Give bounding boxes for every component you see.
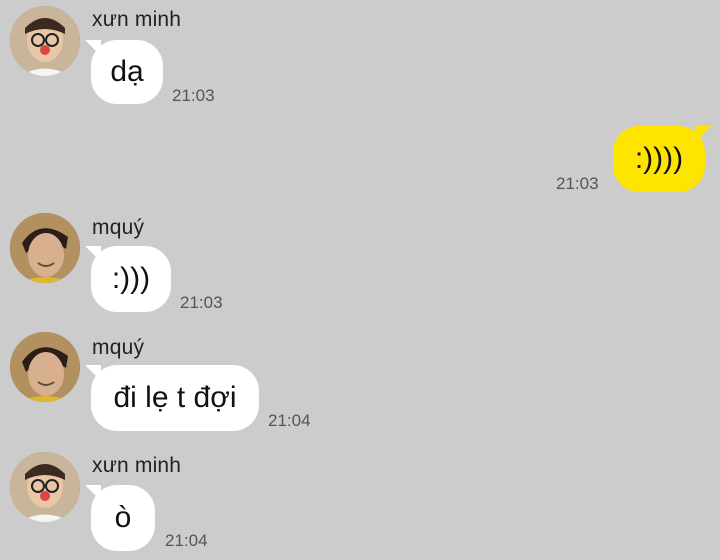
message-bubble[interactable]: dạ xyxy=(85,40,163,104)
message-time: 21:03 xyxy=(172,86,215,105)
sender-name: mquý xyxy=(92,336,145,359)
sender-name: xưn minh xyxy=(92,8,182,31)
message-text: dạ xyxy=(110,55,144,88)
avatar-minh[interactable] xyxy=(10,6,80,76)
sender-name: mquý xyxy=(92,216,145,239)
message-bubble-outgoing[interactable]: :)))) xyxy=(613,126,711,192)
avatar-quy[interactable] xyxy=(10,332,80,402)
avatar-quy-image xyxy=(10,213,80,283)
message-time: 21:03 xyxy=(556,174,599,193)
message-bubble[interactable]: ò xyxy=(85,485,155,551)
message-text: :)))) xyxy=(634,142,684,175)
message-bubble[interactable]: đi lẹ t đợi xyxy=(85,365,259,431)
avatar-minh[interactable] xyxy=(10,452,80,522)
message-text: :))) xyxy=(111,262,151,295)
sender-name: xưn minh xyxy=(92,454,182,477)
message-time: 21:04 xyxy=(268,411,311,430)
avatar-quy[interactable] xyxy=(10,213,80,283)
chat-thread: xưn minh dạ 21:03 21:03 :)))) mquý :))) … xyxy=(0,0,720,560)
message-time: 21:03 xyxy=(180,293,223,312)
message-text: đi lẹ t đợi xyxy=(113,381,237,414)
avatar-minh-image xyxy=(10,6,80,76)
message-bubble[interactable]: :))) xyxy=(85,246,171,312)
message-time: 21:04 xyxy=(165,531,208,550)
avatar-minh-image xyxy=(10,452,80,522)
avatar-quy-image xyxy=(10,332,80,402)
message-text: ò xyxy=(114,501,132,534)
